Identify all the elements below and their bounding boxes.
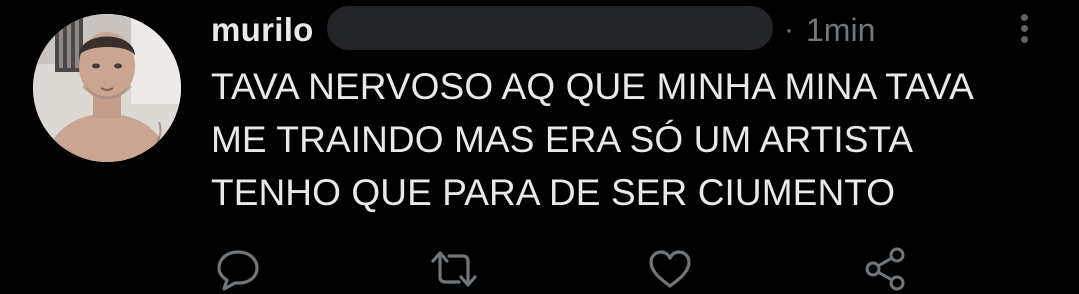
avatar[interactable] bbox=[33, 14, 181, 162]
more-options-icon-dot bbox=[1020, 24, 1028, 32]
timestamp[interactable]: 1min bbox=[806, 8, 875, 52]
avatar-photo bbox=[33, 14, 181, 162]
more-options-button[interactable] bbox=[1006, 8, 1042, 48]
retweet-button[interactable] bbox=[429, 246, 479, 292]
redacted-handle bbox=[327, 6, 773, 50]
more-options-icon bbox=[1020, 13, 1028, 21]
like-icon bbox=[649, 250, 691, 288]
share-button[interactable] bbox=[861, 246, 911, 292]
action-bar bbox=[0, 238, 1079, 294]
time-separator: · bbox=[784, 13, 794, 46]
more-options-icon-dot bbox=[1020, 35, 1028, 43]
like-button[interactable] bbox=[645, 246, 695, 292]
retweet-icon bbox=[431, 251, 477, 287]
tweet-text: TAVA NERVOSO AQ QUE MINHA MINA TAVA ME T… bbox=[211, 66, 974, 213]
author-name[interactable]: murilo bbox=[211, 8, 314, 52]
reply-button[interactable] bbox=[213, 246, 263, 292]
tweet-card[interactable]: murilo · 1min TAVA NERVOSO AQ QUE MINHA … bbox=[0, 0, 1079, 294]
share-icon bbox=[865, 247, 905, 291]
reply-icon bbox=[217, 250, 259, 291]
